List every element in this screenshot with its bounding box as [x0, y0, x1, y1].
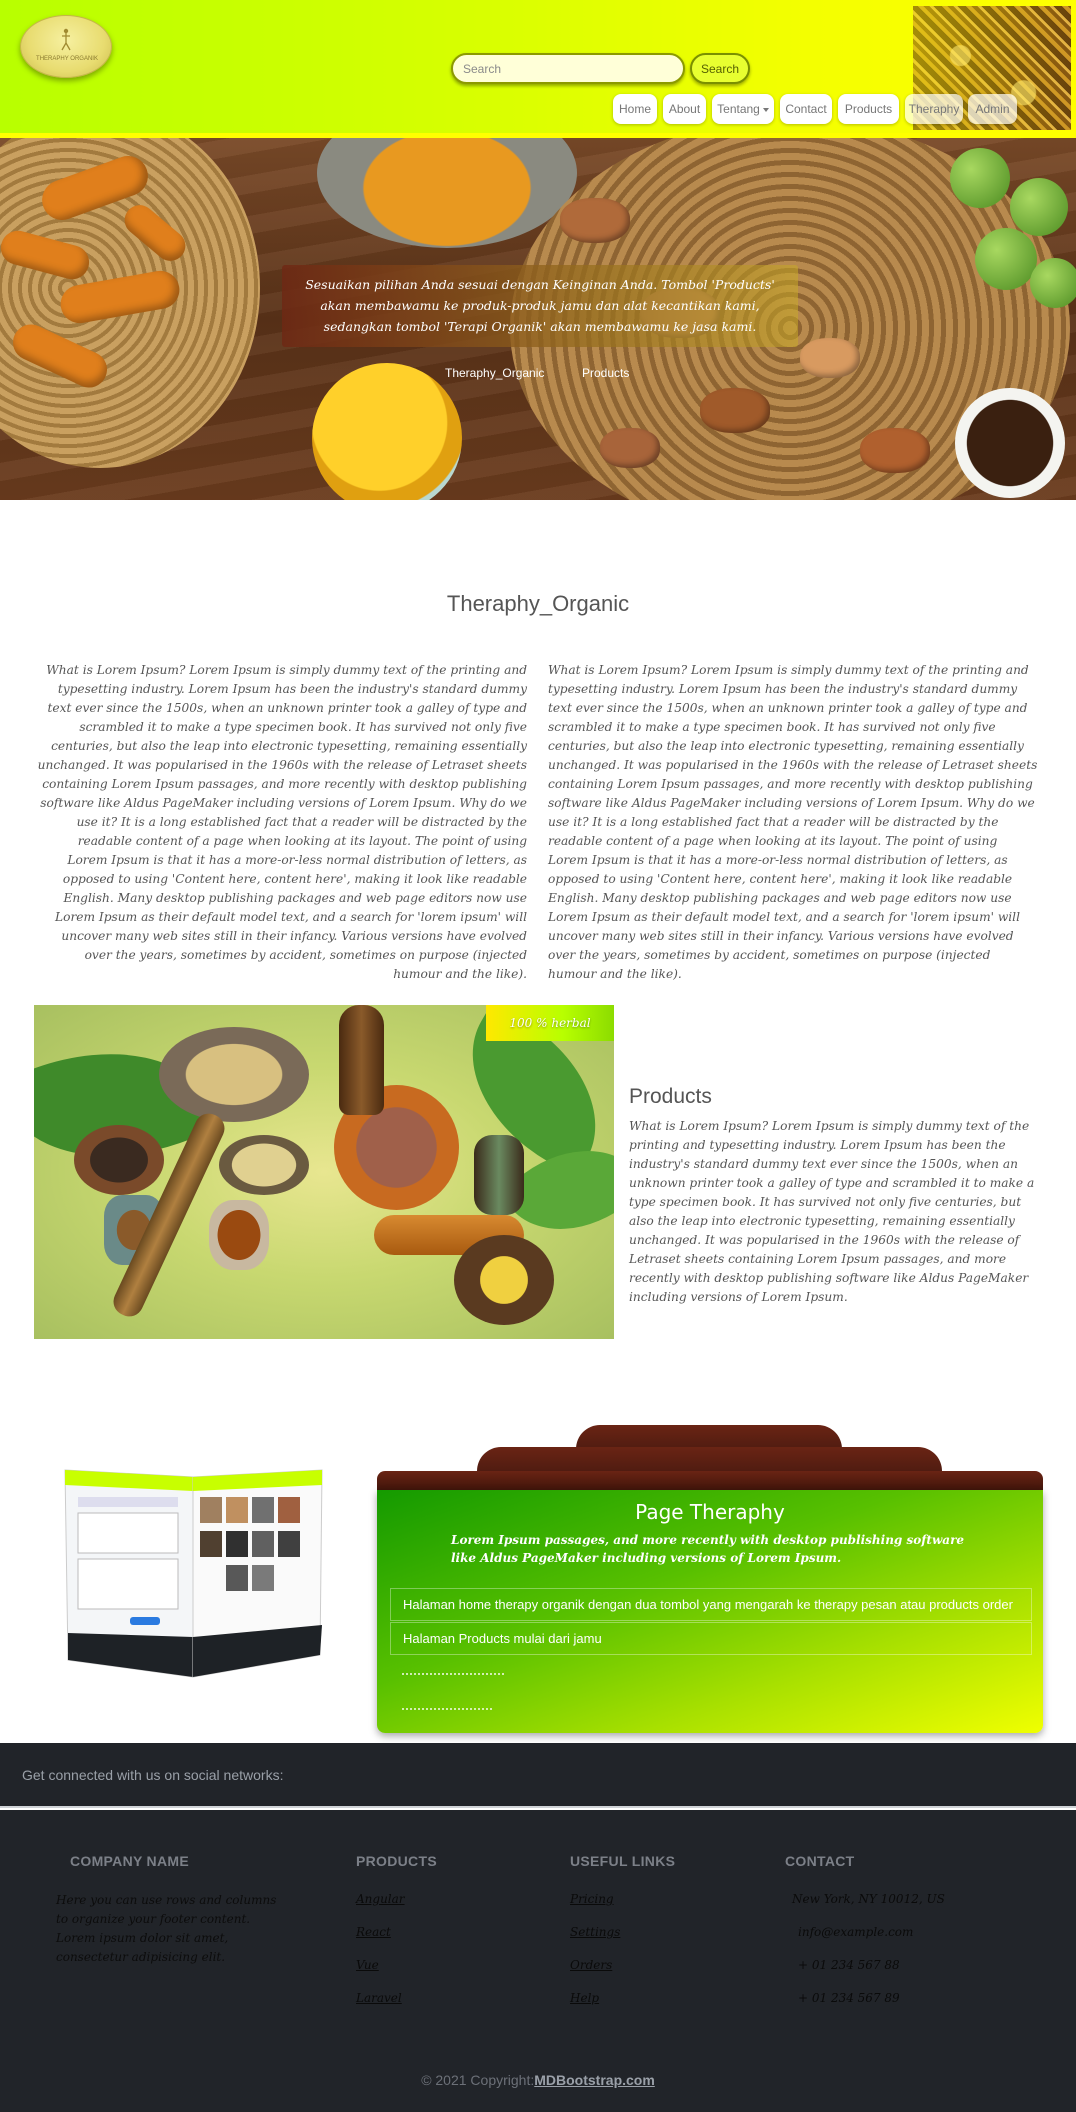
- footer-link-angular[interactable]: Angular: [356, 1892, 405, 1906]
- hero-theraphy-link[interactable]: Theraphy_Organic: [445, 366, 544, 380]
- footer-link-orders[interactable]: Orders: [570, 1958, 612, 1972]
- about-text-right: What is Lorem Ipsum? Lorem Ipsum is simp…: [548, 663, 1038, 981]
- nav-admin[interactable]: Admin: [968, 94, 1017, 124]
- search-input[interactable]: [451, 53, 685, 84]
- logo[interactable]: THERAPHY ORGANIK: [20, 15, 112, 78]
- turmeric-juice-glass: [312, 363, 462, 500]
- star-anise-bowl: [955, 388, 1065, 498]
- logo-text: THERAPHY ORGANIK: [36, 56, 98, 62]
- products-title: Products: [629, 1085, 712, 1108]
- list-item[interactable]: Halaman Products mulai dari jamu: [390, 1622, 1032, 1655]
- footer-link-laravel[interactable]: Laravel: [356, 1991, 402, 2005]
- footer-link-vue[interactable]: Vue: [356, 1958, 379, 1972]
- footer-link-settings[interactable]: Settings: [570, 1925, 620, 1939]
- search-button[interactable]: Search: [690, 53, 750, 84]
- products-text: What is Lorem Ipsum? Lorem Ipsum is simp…: [629, 1119, 1035, 1304]
- footer-fax: + 01 234 567 89: [798, 1991, 900, 2005]
- figure-icon: [61, 28, 71, 51]
- faded-list-item: [402, 1708, 492, 1710]
- list-item[interactable]: Halaman home therapy organik dengan dua …: [390, 1588, 1032, 1621]
- copyright-text: © 2021 Copyright:: [421, 2072, 535, 2088]
- panel-header-bar: [377, 1471, 1043, 1491]
- about-title: Theraphy_Organic: [446, 591, 630, 616]
- nav-tentang-label: Tentang: [717, 102, 760, 116]
- copyright-link[interactable]: MDBootstrap.com: [534, 2072, 655, 2088]
- footer-company-heading: COMPANY NAME: [70, 1853, 189, 1869]
- copyright: © 2021 Copyright:MDBootstrap.com: [0, 2072, 1076, 2088]
- nav-tentang[interactable]: Tentang: [712, 94, 774, 124]
- footer-useful-heading: USEFUL LINKS: [570, 1853, 676, 1869]
- products-image: [34, 1005, 614, 1339]
- herbal-badge: 100 % herbal: [486, 1005, 614, 1041]
- social-text: Get connected with us on social networks…: [22, 1767, 284, 1783]
- hero-caption: Sesuaikan pilihan Anda sesuai dengan Kei…: [305, 277, 775, 334]
- nav-contact[interactable]: Contact: [780, 94, 832, 124]
- footer-address: New York, NY 10012, US: [792, 1892, 945, 1906]
- footer-email: info@example.com: [798, 1925, 914, 1939]
- faded-list-item: [402, 1673, 506, 1675]
- footer-contact-heading: CONTACT: [785, 1853, 855, 1869]
- hero-products-link[interactable]: Products: [582, 366, 629, 380]
- footer-link-pricing[interactable]: Pricing: [570, 1892, 614, 1906]
- footer-link-help[interactable]: Help: [570, 1991, 599, 2005]
- footer-company-description: Here you can use rows and columns to org…: [56, 1893, 277, 1964]
- footer-link-react[interactable]: React: [356, 1925, 391, 1939]
- mockup-screens-image: [64, 1469, 323, 1678]
- caret-down-icon: [762, 107, 769, 112]
- nav-products[interactable]: Products: [838, 94, 899, 124]
- page-theraphy-subtitle: Lorem Ipsum passages, and more recently …: [451, 1533, 965, 1565]
- footer-phone: + 01 234 567 88: [798, 1958, 900, 1972]
- nav-theraphy[interactable]: Theraphy: [905, 94, 963, 124]
- footer-products-heading: PRODUCTS: [356, 1853, 437, 1869]
- nav-about[interactable]: About: [663, 94, 706, 124]
- page-theraphy-title: Page Theraphy: [635, 1500, 785, 1524]
- about-text-left: What is Lorem Ipsum? Lorem Ipsum is simp…: [37, 663, 527, 981]
- nav-home[interactable]: Home: [613, 94, 657, 124]
